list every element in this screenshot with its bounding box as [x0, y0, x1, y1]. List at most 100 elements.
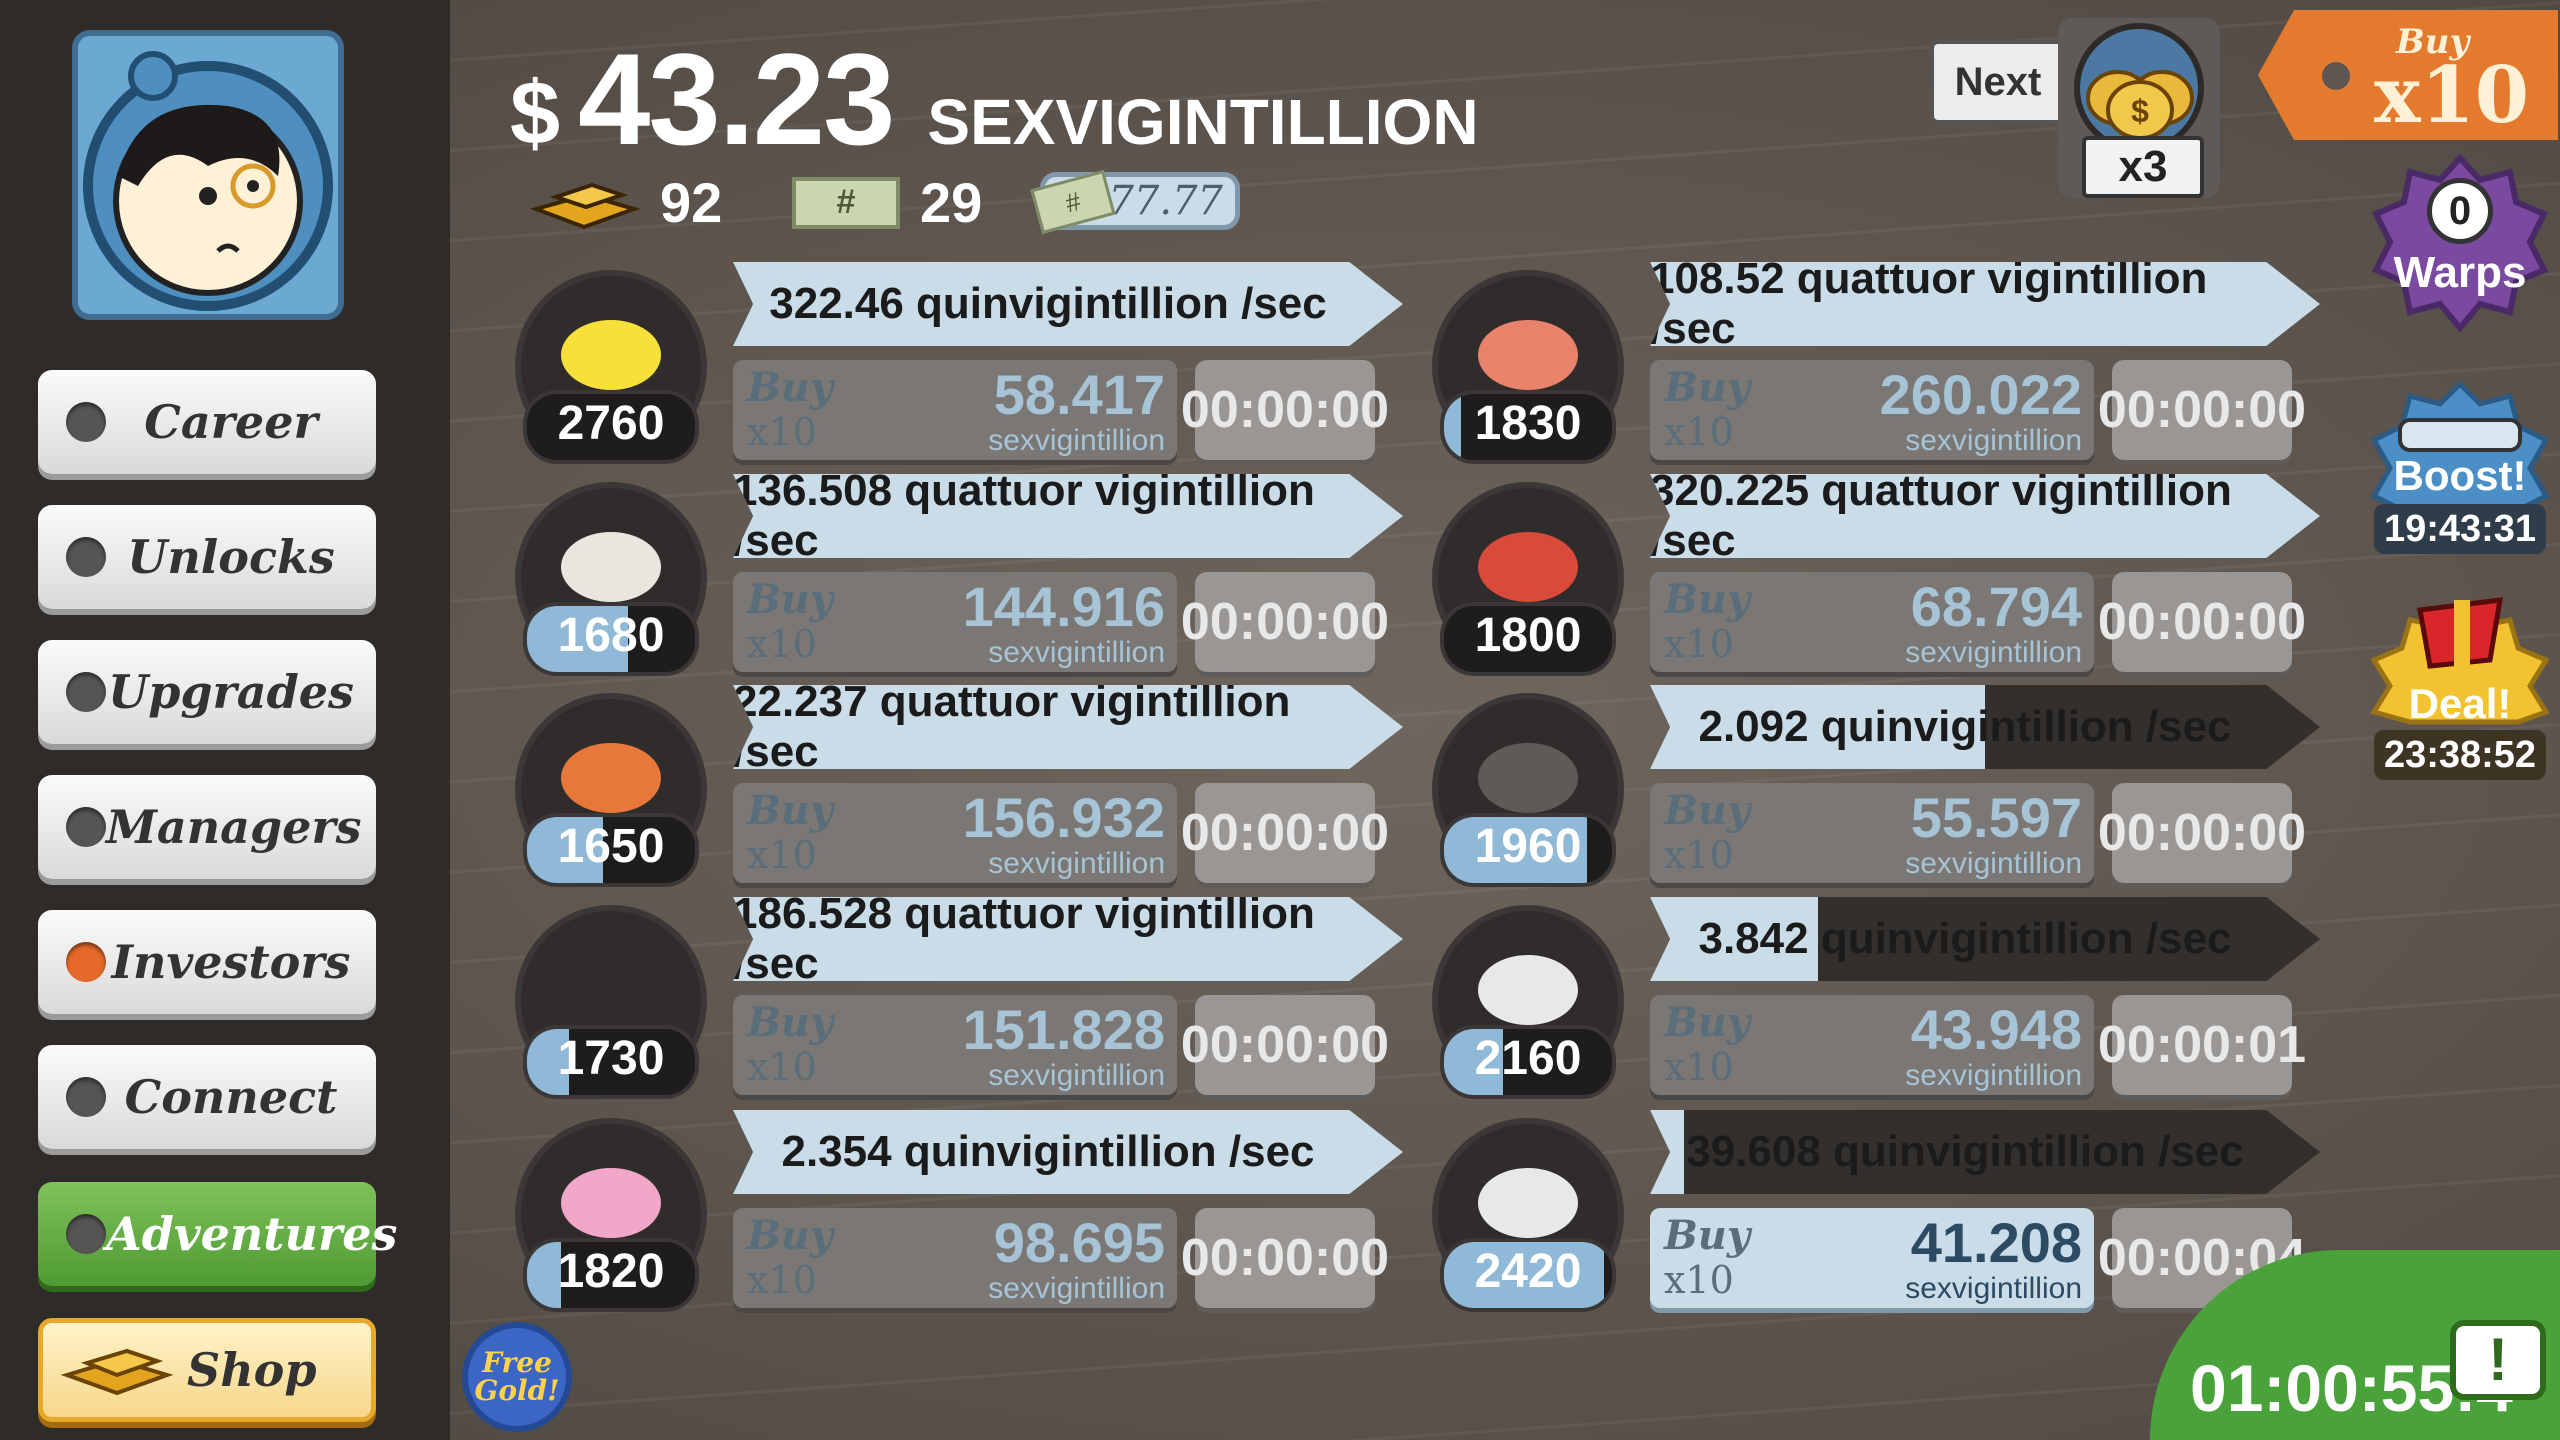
car-wash-icon — [561, 743, 661, 814]
megabucks-count: 29 — [920, 171, 983, 234]
revenue-rate-bar[interactable]: 2.354 quinvigintillion /sec — [733, 1110, 1403, 1194]
timer-value: 00:00:00 — [1180, 381, 1390, 439]
nav-adventures[interactable]: Adventures — [38, 1182, 397, 1286]
revenue-rate: 22.237 quattuor vigintillion /sec — [733, 677, 1291, 776]
boost-badge[interactable]: Boost! 19:43:31 — [2370, 380, 2550, 560]
megabucks-icon: # — [792, 176, 900, 229]
revenue-rate-bar[interactable]: 136.508 quattuor vigintillion /sec — [733, 474, 1403, 558]
status-dot — [66, 672, 106, 712]
money-amount: 43.23 — [578, 26, 895, 172]
timer-value: 00:00:00 — [1180, 1016, 1390, 1074]
shrimp-icon — [1478, 320, 1578, 391]
buy-cost: 55.597 — [1910, 786, 2082, 849]
buy-label: Buy — [747, 576, 834, 623]
business-icon-button[interactable]: 1960 — [1432, 693, 1624, 887]
buy-quantity: x10 — [747, 1258, 817, 1302]
free-gold-button[interactable]: Free Gold! — [462, 1322, 572, 1432]
revenue-rate-bar[interactable]: 320.225 quattuor vigintillion /sec — [1650, 474, 2320, 558]
deal-badge[interactable]: Deal! 23:38:52 — [2370, 570, 2550, 780]
business-icon-button[interactable]: 1800 — [1432, 482, 1624, 676]
business-icon-button[interactable]: 1680 — [515, 482, 707, 676]
nav-connect[interactable]: Connect — [38, 1045, 376, 1149]
revenue-rate-bar[interactable]: 39.608 quinvigintillion /sec — [1650, 1110, 2320, 1194]
buy-button[interactable]: Buy x10 41.208 sexvigintillion — [1650, 1208, 2094, 1308]
sidebar: Career Unlocks Upgrades Managers Investo… — [0, 0, 450, 1440]
currency-symbol: $ — [510, 64, 561, 164]
nav-managers[interactable]: Managers — [38, 775, 376, 879]
nav-label: Investors — [111, 935, 351, 989]
revenue-rate-bar[interactable]: 108.52 quattuor vigintillion /sec — [1650, 262, 2320, 346]
business-icon-button[interactable]: 1650 — [515, 693, 707, 887]
business-icon-button[interactable]: 2760 — [515, 270, 707, 464]
buy-cost: 144.916 — [962, 575, 1165, 638]
hockey-icon — [1478, 532, 1578, 603]
business-icon-button[interactable]: 1830 — [1432, 270, 1624, 464]
nav-label: Career — [144, 395, 318, 449]
pizza-icon — [561, 955, 661, 1026]
cycle-timer: 00:00:01 — [2098, 995, 2306, 1095]
warps-badge[interactable]: 0 Warps — [2370, 150, 2550, 340]
buy-quantity: x10 — [1664, 622, 1734, 666]
shop-button[interactable]: Shop — [38, 1318, 376, 1422]
status-dot — [66, 807, 106, 847]
money-bags-icon: $ — [2074, 23, 2204, 153]
buy-button[interactable]: Buy x10 68.794 sexvigintillion — [1650, 572, 2094, 672]
buy-cost: 68.794 — [1910, 575, 2082, 638]
buy-button[interactable]: Buy x10 98.695 sexvigintillion — [733, 1208, 1177, 1308]
revenue-rate-bar[interactable]: 322.46 quinvigintillion /sec — [733, 262, 1403, 346]
business-icon-button[interactable]: 2160 — [1432, 905, 1624, 1099]
nav-unlocks[interactable]: Unlocks — [38, 505, 376, 609]
buy-button[interactable]: Buy x10 58.417 sexvigintillion — [733, 360, 1177, 460]
revenue-rate: 2.354 quinvigintillion /sec — [781, 1127, 1315, 1176]
level-bar: 1730 — [523, 1025, 699, 1099]
cycle-timer: 00:00:00 — [1181, 783, 1389, 883]
timer-value: 00:00:00 — [1180, 804, 1390, 862]
buy-button[interactable]: Buy x10 156.932 sexvigintillion — [733, 783, 1177, 883]
buy-button[interactable]: Buy x10 151.828 sexvigintillion — [733, 995, 1177, 1095]
buy-cost-unit: sexvigintillion — [988, 847, 1165, 880]
business-icon-button[interactable]: 1820 — [515, 1118, 707, 1312]
revenue-rate: 2.092 quinvigintillion /sec — [1698, 702, 2232, 751]
buy-label: Buy — [747, 1212, 834, 1259]
buy-mode-toggle[interactable]: Buy x10 — [2258, 10, 2558, 140]
nav-label: Adventures — [106, 1207, 398, 1261]
buy-label: Buy — [747, 364, 834, 411]
buy-cost-unit: sexvigintillion — [988, 1272, 1165, 1305]
buy-button[interactable]: Buy x10 43.948 sexvigintillion — [1650, 995, 2094, 1095]
buy-button[interactable]: Buy x10 260.022 sexvigintillion — [1650, 360, 2094, 460]
buy-cost: 156.932 — [962, 786, 1165, 849]
level-count: 1830 — [1474, 397, 1582, 450]
megabucks-multiplier[interactable]: # x77.77 — [1030, 169, 1240, 235]
revenue-rate-bar[interactable]: 186.528 quattuor vigintillion /sec — [733, 897, 1403, 981]
next-multiplier-button[interactable]: Next — [1930, 40, 2066, 124]
next-label: Next — [1954, 59, 2042, 104]
megabucks-icon: # — [1030, 169, 1116, 235]
revenue-rate: 108.52 quattuor vigintillion /sec — [1650, 254, 2208, 353]
deal-label: Deal! — [2408, 680, 2512, 727]
buy-quantity: x10 — [1664, 1045, 1734, 1089]
level-bar: 2420 — [1440, 1238, 1616, 1312]
revenue-rate-bar[interactable]: 22.237 quattuor vigintillion /sec — [733, 685, 1403, 769]
lemon-icon — [561, 320, 661, 391]
nav-upgrades[interactable]: Upgrades — [38, 640, 376, 744]
level-count: 1730 — [557, 1032, 665, 1085]
tag-hole — [2322, 62, 2350, 90]
boost-timer: 19:43:31 — [2374, 504, 2546, 554]
revenue-rate-bar[interactable]: 2.092 quinvigintillion /sec — [1650, 685, 2320, 769]
buy-quantity: x10 — [1664, 1258, 1734, 1302]
revenue-rate-bar[interactable]: 3.842 quinvigintillion /sec — [1650, 897, 2320, 981]
buy-button[interactable]: Buy x10 144.916 sexvigintillion — [733, 572, 1177, 672]
business-icon-button[interactable]: 2420 — [1432, 1118, 1624, 1312]
level-count: 2760 — [557, 397, 665, 450]
business-icon-button[interactable]: 1730 — [515, 905, 707, 1099]
nav-career[interactable]: Career — [38, 370, 376, 474]
profit-multiplier-badge[interactable]: $ x3 — [2058, 18, 2220, 198]
nav-investors[interactable]: Investors — [38, 910, 376, 1014]
status-dot — [66, 942, 106, 982]
buy-button[interactable]: Buy x10 55.597 sexvigintillion — [1650, 783, 2094, 883]
multiplier-label: x3 — [2082, 136, 2204, 198]
player-avatar[interactable] — [72, 30, 344, 320]
tv-alert-icon: ! — [2450, 1320, 2546, 1400]
level-count: 1680 — [557, 609, 665, 662]
level-count: 1650 — [557, 820, 665, 873]
